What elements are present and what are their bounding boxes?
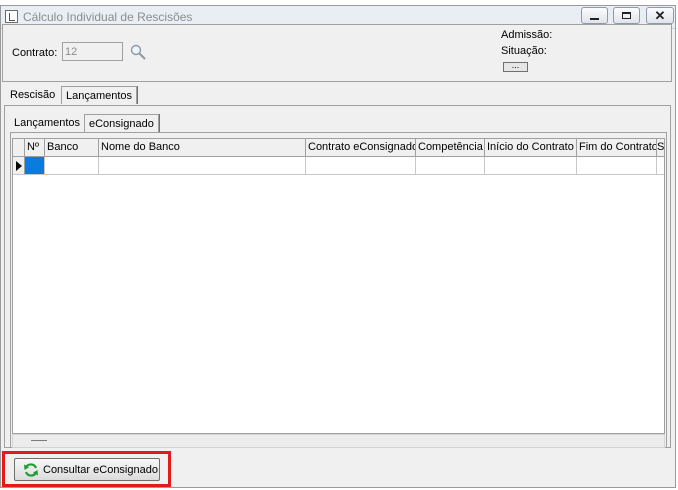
consultar-econsignado-label: Consultar eConsignado	[43, 463, 158, 476]
header-col-numero[interactable]: Nº	[25, 139, 45, 157]
cell-fim[interactable]	[577, 157, 657, 175]
consultar-econsignado-button[interactable]: Consultar eConsignado	[14, 458, 160, 481]
cell-contrato[interactable]	[306, 157, 416, 175]
tab-lancamentos[interactable]: Lançamentos	[61, 86, 138, 104]
header-col-inicio[interactable]: Início do Contrato	[485, 139, 577, 157]
app-icon	[5, 10, 18, 23]
situacao-details-button[interactable]: ...	[503, 61, 528, 72]
minimize-icon	[590, 17, 599, 20]
grid-horizontal-scrollbar[interactable]	[12, 434, 665, 448]
header-col-competencia[interactable]: Competência	[416, 139, 485, 157]
header-col-contrato[interactable]: Contrato eConsignado	[306, 139, 416, 157]
subtab-lancamentos[interactable]: Lançamentos	[10, 114, 85, 132]
close-button[interactable]: ✕	[646, 7, 674, 24]
table-row[interactable]	[13, 157, 664, 175]
contrato-input[interactable]	[62, 42, 123, 61]
header-col-nome-banco[interactable]: Nome do Banco	[99, 139, 306, 157]
cell-inicio[interactable]	[485, 157, 577, 175]
cell-nome-banco[interactable]	[99, 157, 306, 175]
maximize-button[interactable]	[613, 7, 640, 24]
contract-header-panel: Contrato: Admissão: Situação: ...	[2, 24, 672, 82]
header-col-s[interactable]: S	[657, 139, 664, 157]
header-col-fim[interactable]: Fim do Contrato	[577, 139, 657, 157]
close-icon: ✕	[654, 8, 666, 23]
maximize-icon	[622, 12, 631, 19]
row-indicator	[13, 157, 25, 175]
contrato-label: Contrato:	[12, 47, 58, 59]
subtab-econsignado[interactable]: eConsignado	[84, 114, 159, 132]
header-col-banco[interactable]: Banco	[45, 139, 99, 157]
scrollbar-thumb[interactable]	[31, 440, 47, 441]
cell-banco[interactable]	[45, 157, 99, 175]
econsignado-grid[interactable]: Nº Banco Nome do Banco Contrato eConsign…	[12, 138, 665, 434]
cell-s[interactable]	[657, 157, 664, 175]
tab-rescisao[interactable]: Rescisão	[6, 86, 60, 104]
cell-numero[interactable]	[25, 157, 45, 175]
refresh-icon	[24, 462, 38, 477]
grid-header: Nº Banco Nome do Banco Contrato eConsign…	[13, 139, 664, 157]
row-pointer-icon	[16, 161, 22, 171]
situacao-label: Situação:	[501, 45, 547, 57]
minimize-button[interactable]	[581, 7, 608, 24]
search-icon[interactable]	[128, 42, 148, 62]
cell-competencia[interactable]	[416, 157, 485, 175]
header-indicator	[13, 139, 25, 157]
admissao-label: Admissão:	[501, 29, 553, 41]
window-title: Cálculo Individual de Rescisões	[23, 10, 193, 24]
